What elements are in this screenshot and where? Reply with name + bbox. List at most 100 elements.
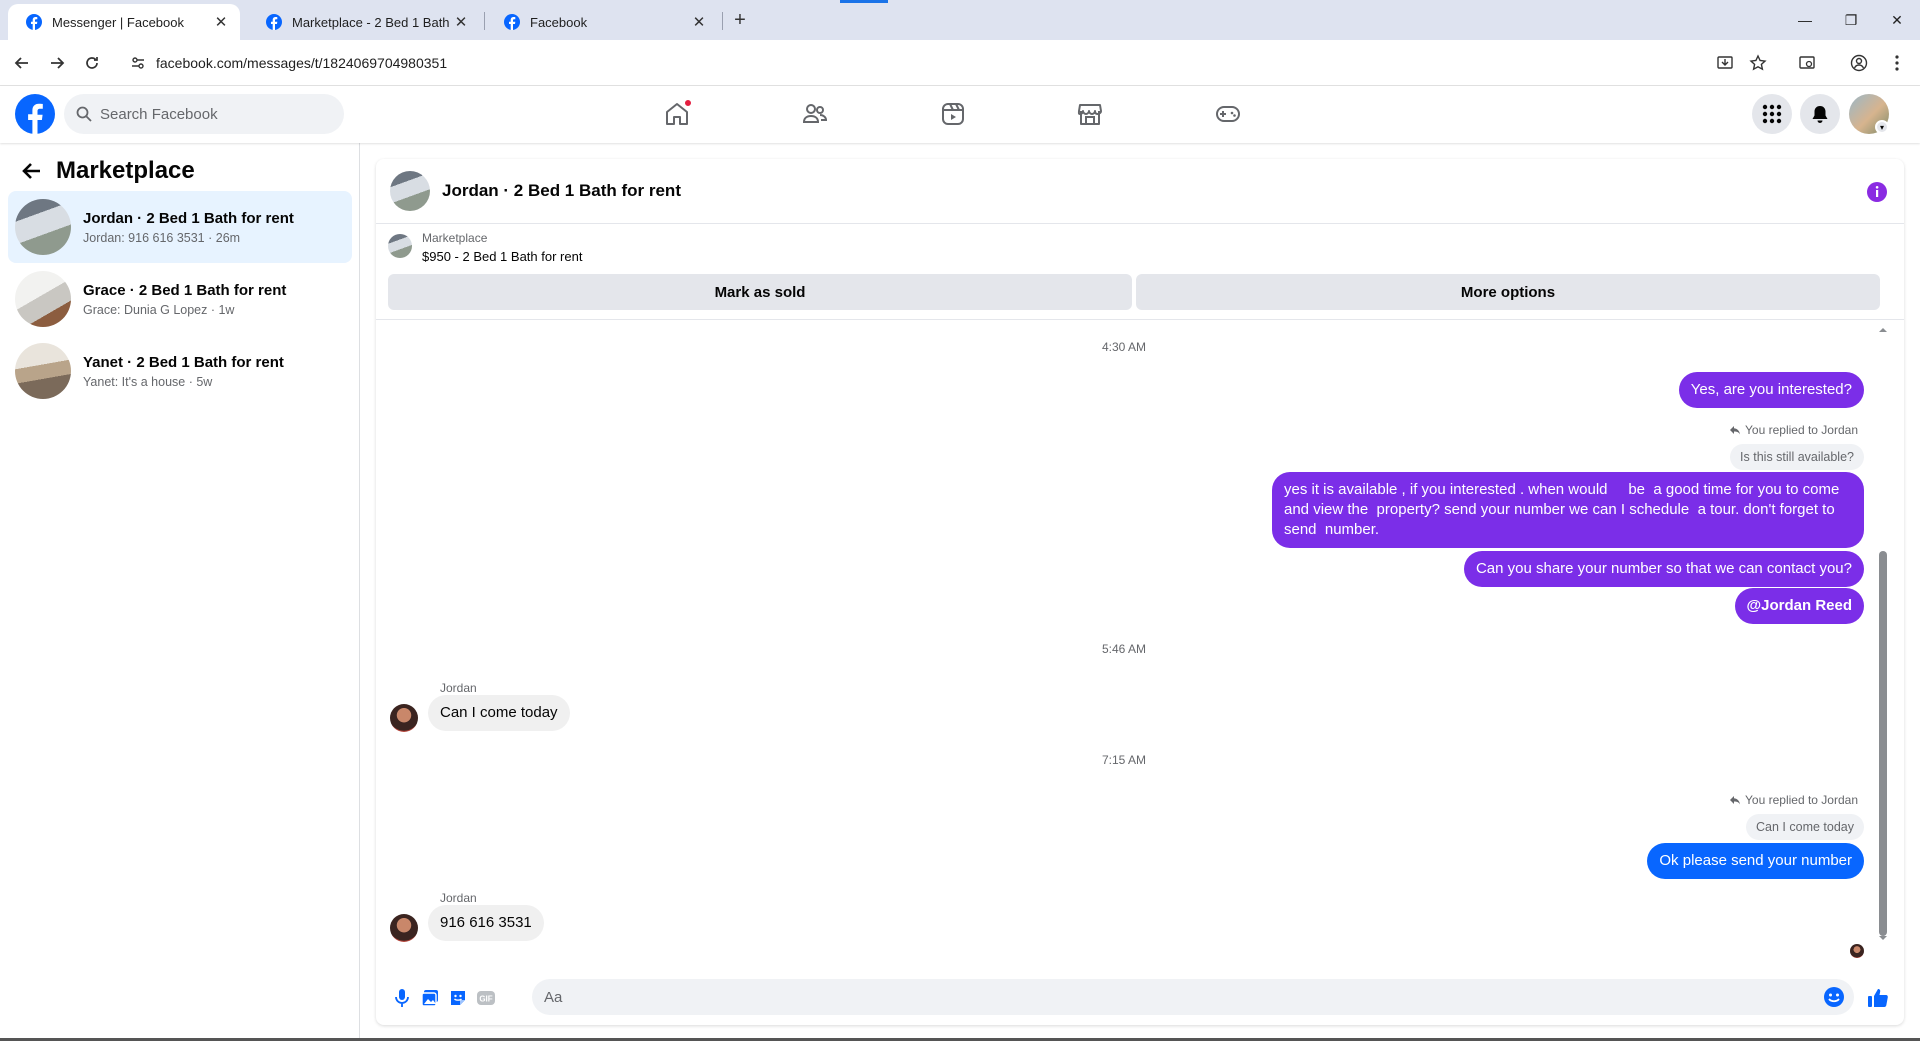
kebab-menu-icon: [1895, 55, 1899, 71]
browser-tab-marketplace[interactable]: Marketplace - 2 Bed 1 Bath for ✕: [248, 4, 480, 40]
browser-tab-bar: Messenger | Facebook ✕ Marketplace - 2 B…: [0, 0, 1920, 40]
outgoing-message[interactable]: Ok please send your number: [1647, 843, 1864, 879]
listing-thumbnail[interactable]: [390, 171, 430, 211]
forward-button[interactable]: [43, 49, 71, 77]
sender-name: Jordan: [440, 681, 477, 695]
install-icon: [1717, 56, 1733, 69]
scrollbar-thumb[interactable]: [1879, 551, 1887, 936]
attach-media-button[interactable]: [418, 986, 442, 1010]
sender-name: Jordan: [440, 891, 477, 905]
quoted-message[interactable]: Can I come today: [1746, 814, 1864, 840]
sidebar-header: Marketplace: [20, 157, 195, 185]
info-icon[interactable]: [1866, 181, 1888, 203]
message-input-box[interactable]: [532, 979, 1854, 1015]
conversation-preview: Jordan: 916 616 3531 · 26m: [83, 230, 241, 245]
reload-button[interactable]: [78, 49, 106, 77]
tab-title: Messenger | Facebook: [52, 14, 184, 30]
conversation-preview: Grace: Dunia G Lopez · 1w: [83, 302, 235, 317]
chat-title[interactable]: Jordan · 2 Bed 1 Bath for rent: [442, 181, 681, 201]
close-window-button[interactable]: ✕: [1874, 0, 1920, 40]
quoted-message[interactable]: Is this still available?: [1730, 444, 1864, 470]
bookmark-button[interactable]: [1745, 50, 1771, 76]
messages-scrollbar[interactable]: [1876, 321, 1890, 971]
more-options-button[interactable]: More options: [1136, 274, 1880, 310]
reply-icon: [1730, 426, 1741, 435]
conversation-item[interactable]: Grace · 2 Bed 1 Bath for rent Grace: Dun…: [8, 263, 352, 335]
listing-name: $950 - 2 Bed 1 Bath for rent: [422, 249, 583, 264]
chevron-down-icon[interactable]: ▾: [1875, 120, 1889, 134]
gif-icon: GIF: [477, 991, 495, 1005]
divider: [376, 319, 1904, 320]
outgoing-message[interactable]: yes it is available , if you interested …: [1272, 472, 1864, 548]
incoming-message[interactable]: Can I come today: [428, 695, 570, 731]
back-arrow-button[interactable]: [20, 159, 44, 183]
browser-tab-facebook[interactable]: Facebook ✕: [486, 4, 718, 40]
nav-home[interactable]: [653, 91, 701, 137]
star-icon: [1749, 54, 1767, 71]
url-box[interactable]: facebook.com/messages/t/1824069704980351: [122, 47, 1822, 79]
message-composer: GIF: [376, 971, 1904, 1025]
nav-video[interactable]: [929, 91, 977, 137]
tab-separator: [722, 12, 723, 30]
marketplace-icon: [1077, 104, 1102, 125]
incoming-message[interactable]: 916 616 3531: [428, 905, 544, 941]
tab-search-button[interactable]: [1794, 50, 1820, 76]
search-box[interactable]: [64, 94, 344, 134]
menu-button[interactable]: [1752, 94, 1792, 134]
conversation-item[interactable]: Jordan · 2 Bed 1 Bath for rent Jordan: 9…: [8, 191, 352, 263]
conversation-title: Grace · 2 Bed 1 Bath for rent: [83, 281, 287, 299]
facebook-header: ▾: [0, 86, 1920, 143]
tab-title: Facebook: [530, 14, 588, 30]
chat-header: Jordan · 2 Bed 1 Bath for rent: [376, 159, 1904, 224]
friends-icon: [802, 104, 828, 123]
scroll-up-icon[interactable]: [1876, 325, 1890, 335]
nav-gaming[interactable]: [1204, 91, 1252, 137]
browser-menu-button[interactable]: [1884, 50, 1910, 76]
like-button[interactable]: [1866, 986, 1890, 1010]
marketplace-sidebar: Marketplace Jordan · 2 Bed 1 Bath for re…: [0, 143, 360, 1041]
close-tab-icon[interactable]: ✕: [690, 13, 708, 31]
contact-avatar[interactable]: [390, 914, 418, 942]
mention-message[interactable]: @Jordan Reed: [1734, 588, 1864, 624]
close-tab-icon[interactable]: ✕: [452, 13, 470, 31]
conversation-item[interactable]: Yanet · 2 Bed 1 Bath for rent Yanet: It'…: [8, 335, 352, 407]
nav-friends[interactable]: [791, 91, 839, 137]
back-button[interactable]: [8, 49, 36, 77]
emoji-icon[interactable]: [1822, 985, 1846, 1009]
listing-summary[interactable]: Marketplace $950 - 2 Bed 1 Bath for rent: [388, 231, 582, 264]
facebook-favicon-icon: [266, 14, 282, 30]
sidebar-title: Marketplace: [56, 157, 195, 184]
facebook-logo-icon[interactable]: [15, 94, 55, 134]
install-app-button[interactable]: [1712, 50, 1738, 76]
notifications-button[interactable]: [1800, 94, 1840, 134]
close-tab-icon[interactable]: ✕: [212, 13, 230, 31]
sticker-button[interactable]: [446, 986, 470, 1010]
voice-clip-button[interactable]: [390, 986, 414, 1010]
tab-indicator: [840, 0, 888, 3]
contact-avatar[interactable]: [390, 704, 418, 732]
search-input[interactable]: [100, 105, 320, 123]
scroll-down-icon[interactable]: [1876, 933, 1890, 943]
photo-icon: [421, 990, 438, 1007]
conversation-preview: Yanet: It's a house · 5w: [83, 374, 213, 389]
tab-separator: [484, 12, 485, 30]
nav-marketplace[interactable]: [1066, 91, 1114, 137]
message-input[interactable]: [544, 988, 1804, 1006]
arrow-left-icon: [14, 57, 28, 69]
minimize-button[interactable]: —: [1782, 0, 1828, 40]
gif-button[interactable]: GIF: [474, 986, 498, 1010]
browser-tab-messenger[interactable]: Messenger | Facebook ✕: [8, 4, 240, 40]
search-icon: [76, 106, 92, 122]
restore-button[interactable]: ❐: [1828, 0, 1874, 40]
read-receipt-avatar: [1850, 944, 1864, 958]
outgoing-message[interactable]: Yes, are you interested?: [1678, 372, 1864, 408]
new-tab-button[interactable]: +: [728, 8, 752, 32]
outgoing-message[interactable]: Can you share your number so that we can…: [1463, 551, 1864, 587]
site-info-icon[interactable]: [130, 55, 146, 71]
conversation-title: Yanet · 2 Bed 1 Bath for rent: [83, 353, 284, 371]
notification-dot: [684, 99, 692, 107]
reply-text: You replied to Jordan: [1745, 423, 1858, 437]
mark-as-sold-button[interactable]: Mark as sold: [388, 274, 1132, 310]
grid-menu-icon: [1762, 104, 1782, 124]
profile-button[interactable]: [1846, 50, 1872, 76]
